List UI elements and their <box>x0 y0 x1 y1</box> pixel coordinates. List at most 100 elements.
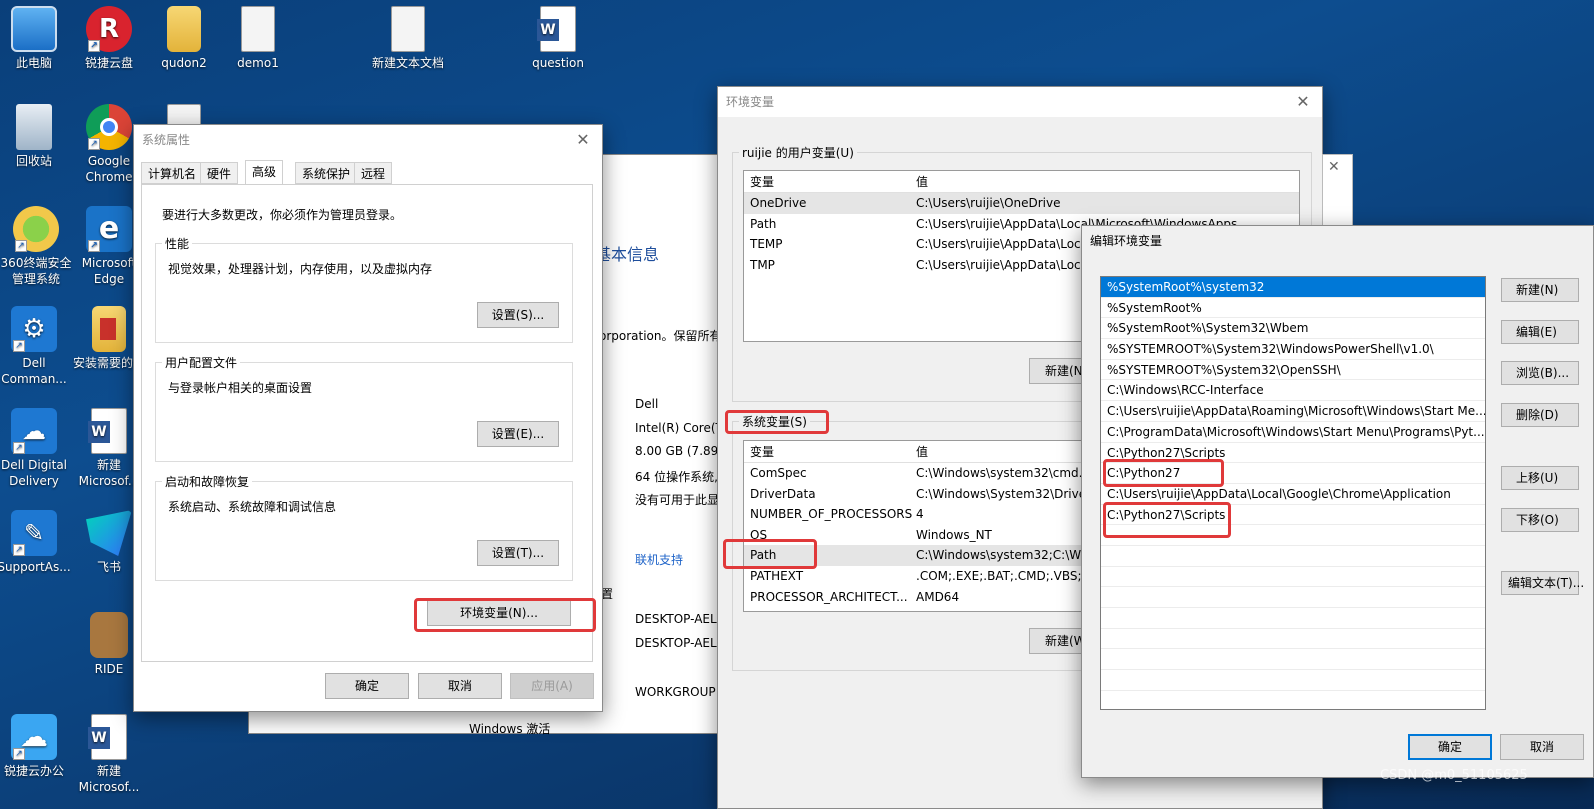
move-up-button[interactable]: 上移(U) <box>1501 466 1579 490</box>
group-legend: 启动和故障恢复 <box>162 473 253 490</box>
cancel-button[interactable]: 取消 <box>1500 734 1584 760</box>
desktop-icon-qudon2[interactable]: qudon2 <box>146 6 222 71</box>
ok-button[interactable]: 确定 <box>1408 734 1492 760</box>
list-item[interactable] <box>1101 546 1485 567</box>
column-header-variable[interactable]: 变量 <box>750 171 774 193</box>
group-description: 系统启动、系统故障和调试信息 <box>168 500 337 514</box>
window-title: 编辑环境变量 <box>1090 234 1163 248</box>
desktop-icon-label: 锐捷云办公 <box>3 764 64 778</box>
desktop-icon-label: question <box>532 56 584 70</box>
path-entries-list[interactable]: %SystemRoot%\system32 %SystemRoot% %Syst… <box>1100 276 1486 710</box>
highlight-box <box>723 539 817 569</box>
tab-hardware[interactable]: 硬件 <box>200 162 239 184</box>
desktop-icon-label: SupportAs... <box>0 560 71 574</box>
about-system-type: 64 位操作系统, <box>635 470 718 484</box>
list-item[interactable] <box>1101 567 1485 588</box>
about-pen: 没有可用于此显 <box>635 493 720 507</box>
variable-value: Windows_NT <box>916 527 992 542</box>
window-title: 环境变量 <box>726 95 775 109</box>
list-item[interactable]: C:\ProgramData\Microsoft\Windows\Start M… <box>1101 422 1485 443</box>
list-item[interactable]: %SystemRoot%\System32\Wbem <box>1101 318 1485 340</box>
background-window-strip: ✕ <box>1322 154 1353 226</box>
desktop-icon-label: 回收站 <box>15 154 52 168</box>
delete-entry-button[interactable]: 删除(D) <box>1501 403 1579 427</box>
apply-button[interactable]: 应用(A) <box>510 673 594 699</box>
user-profiles-settings-button[interactable]: 设置(E)... <box>477 421 559 447</box>
list-item[interactable] <box>1101 670 1485 691</box>
list-item[interactable]: %SYSTEMROOT%\System32\WindowsPowerShell\… <box>1101 339 1485 360</box>
variable-value: C:\Windows\system32\cmd.exe <box>916 466 1104 480</box>
cancel-button[interactable]: 取消 <box>418 673 502 699</box>
robot-icon <box>90 612 128 658</box>
desktop-icon-ruijie-cloud[interactable]: R ↗ 锐捷云盘 <box>71 6 147 71</box>
move-down-button[interactable]: 下移(O) <box>1501 508 1579 532</box>
about-full-name: DESKTOP-AELS <box>635 636 725 650</box>
variable-name: NUMBER_OF_PROCESSORS <box>750 507 913 522</box>
column-header-value[interactable]: 值 <box>916 171 928 193</box>
variable-name: TMP <box>750 257 775 272</box>
browse-button[interactable]: 浏览(B)... <box>1501 361 1579 385</box>
group-legend: 性能 <box>162 235 193 252</box>
desktop-icon-label: 新建 Microsof... <box>78 764 140 794</box>
about-activation: Windows 激活 <box>469 722 551 736</box>
list-item[interactable]: C:\Windows\RCC-Interface <box>1101 380 1485 402</box>
about-processor: Intel(R) Core(T <box>635 421 723 435</box>
shortcut-arrow-icon: ↗ <box>88 240 100 252</box>
text-file-icon <box>391 6 425 52</box>
list-item[interactable] <box>1101 629 1485 650</box>
new-entry-button[interactable]: 新建(N) <box>1501 278 1579 302</box>
list-item[interactable] <box>1101 608 1485 629</box>
about-copyright: orporation。保留所有 <box>599 329 722 343</box>
desktop-icon-new-text[interactable]: 新建文本文档 <box>362 6 454 71</box>
desktop-icon-dell-command[interactable]: ⚙ ↗ Dell Comman... <box>0 306 72 387</box>
close-icon[interactable]: ✕ <box>1292 87 1314 117</box>
tab-system-protection[interactable]: 系统保护 <box>295 162 358 184</box>
edge-icon: e ↗ <box>86 206 132 252</box>
tab-remote[interactable]: 远程 <box>354 162 393 184</box>
list-item[interactable] <box>1101 587 1485 608</box>
list-item[interactable]: %SystemRoot% <box>1101 298 1485 319</box>
close-icon[interactable]: ✕ <box>1328 159 1340 175</box>
desktop-icon-label: 此电脑 <box>15 56 52 70</box>
highlight-box <box>1103 459 1224 487</box>
group-legend: ruijie 的用户变量(U) <box>739 144 857 161</box>
tab-advanced[interactable]: 高级 <box>245 160 284 185</box>
close-icon[interactable]: ✕ <box>572 125 594 155</box>
highlight-box <box>414 598 596 632</box>
performance-settings-button[interactable]: 设置(S)... <box>477 302 559 328</box>
startup-settings-button[interactable]: 设置(T)... <box>477 540 559 566</box>
list-item[interactable]: C:\Users\ruijie\AppData\Roaming\Microsof… <box>1101 401 1485 422</box>
desktop-icon-question[interactable]: W question <box>520 6 596 71</box>
column-header-variable[interactable]: 变量 <box>750 441 774 463</box>
shortcut-arrow-icon: ↗ <box>13 340 25 352</box>
group-description: 视觉效果，处理器计划，内存使用，以及虚拟内存 <box>168 262 433 276</box>
cloud-download-icon: ☁ ↗ <box>11 408 57 454</box>
ok-button[interactable]: 确定 <box>325 673 409 699</box>
title-bar: 环境变量 ✕ <box>718 87 1322 117</box>
edit-entry-button[interactable]: 编辑(E) <box>1501 320 1579 344</box>
desktop-icon-support-assist[interactable]: ✎ ↗ SupportAs... <box>0 510 72 575</box>
desktop-icon-360[interactable]: ↗ 360终端安全管理系统 <box>0 206 76 287</box>
desktop-icon-this-pc[interactable]: 此电脑 <box>0 6 72 71</box>
ruijie-cloud-icon: R ↗ <box>86 6 132 52</box>
desktop-icon-dell-digital[interactable]: ☁ ↗ Dell Digital Delivery <box>0 408 72 489</box>
shortcut-arrow-icon: ↗ <box>13 748 25 760</box>
list-item[interactable]: %SystemRoot%\system32 <box>1101 277 1485 298</box>
highlight-box <box>725 410 829 434</box>
list-item[interactable]: %SYSTEMROOT%\System32\OpenSSH\ <box>1101 360 1485 381</box>
about-computer-name: DESKTOP-AELS <box>635 612 725 626</box>
desktop-icon-label: Dell Comman... <box>1 356 67 386</box>
column-header-value[interactable]: 值 <box>916 441 928 463</box>
tab-computer-name[interactable]: 计算机名 <box>141 162 204 184</box>
desktop-icon-demo1[interactable]: demo1 <box>220 6 296 71</box>
wrench-icon: ✎ ↗ <box>11 510 57 556</box>
support-link[interactable]: 联机支持 <box>635 551 683 568</box>
list-item[interactable]: OneDrive C:\Users\ruijie\OneDrive <box>744 193 1299 214</box>
desktop-icon-recycle-bin[interactable]: 回收站 <box>0 104 72 169</box>
desktop-icon-new-word-2[interactable]: W 新建 Microsof... <box>71 714 147 795</box>
edit-text-button[interactable]: 编辑文本(T)... <box>1501 571 1584 595</box>
variable-name: DriverData <box>750 486 816 501</box>
list-item[interactable] <box>1101 649 1485 671</box>
desktop-icon-ruijie-office[interactable]: ☁ ↗ 锐捷云办公 <box>0 714 72 779</box>
desktop-icon-label: 锐捷云盘 <box>84 56 133 70</box>
